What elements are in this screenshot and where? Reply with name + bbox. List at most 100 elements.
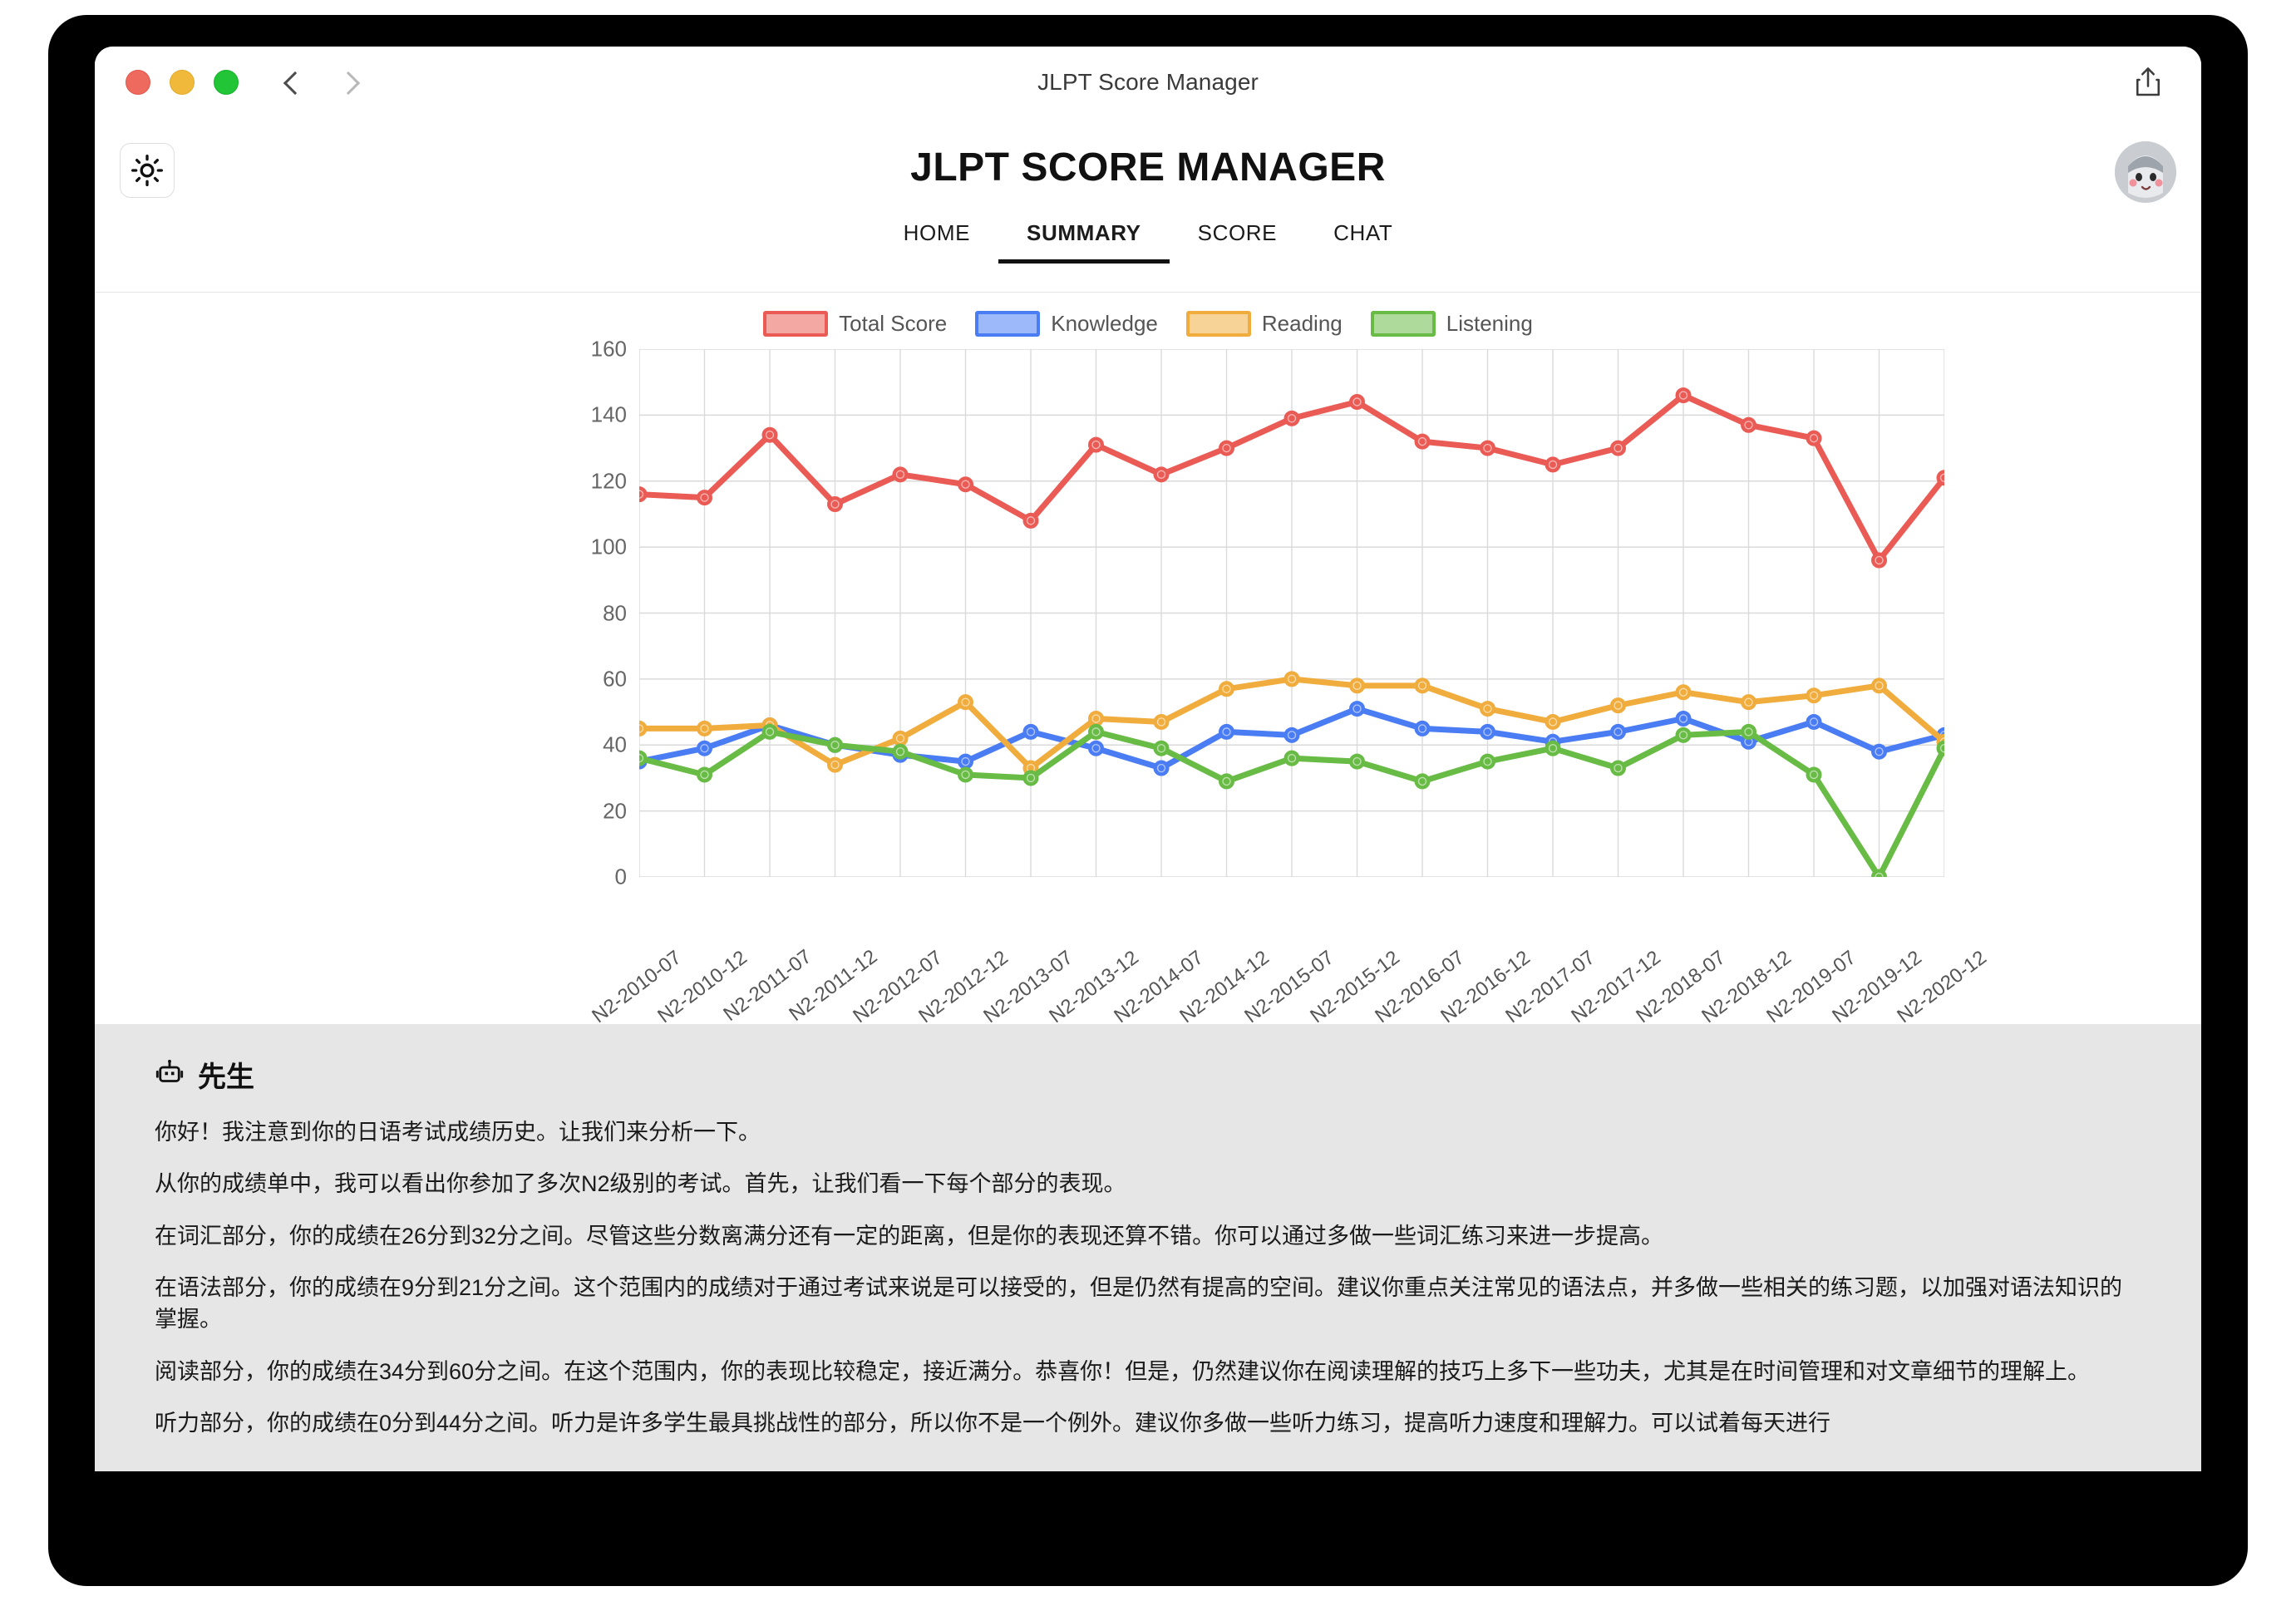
back-chevron-icon[interactable]	[282, 71, 303, 93]
y-axis-tick-label: 140	[590, 401, 627, 427]
forward-chevron-icon[interactable]	[335, 71, 357, 93]
bot-name: 先生	[198, 1062, 254, 1093]
data-point	[697, 490, 712, 506]
data-point	[1219, 440, 1234, 456]
tab-chat[interactable]: CHAT	[1305, 212, 1421, 264]
data-point	[1153, 760, 1170, 776]
data-point	[1414, 677, 1431, 694]
robot-icon	[155, 1057, 185, 1091]
data-point	[761, 723, 778, 740]
data-point	[1741, 723, 1756, 740]
legend-label: Reading	[1261, 311, 1343, 336]
minimize-button[interactable]	[170, 70, 195, 95]
legend-item[interactable]: Listening	[1370, 311, 1533, 337]
data-point	[1022, 512, 1039, 529]
data-point	[1806, 766, 1822, 783]
app-header: JLPT SCORE MANAGER HOME SUMMARY SCORE CH…	[95, 118, 2201, 293]
tab-summary[interactable]: SUMMARY	[998, 212, 1170, 264]
data-point	[1806, 687, 1822, 704]
chart-legend: Total Score Knowledge Reading Listening	[95, 311, 2201, 337]
data-point	[1675, 727, 1692, 743]
data-point	[1871, 743, 1887, 760]
data-point	[827, 736, 843, 753]
y-axis-tick-label: 20	[603, 798, 627, 824]
share-icon[interactable]	[2133, 66, 2163, 99]
desktop-background: JLPT Score Manager JLPT SCORE MANAGER HO…	[0, 0, 2296, 1601]
legend-swatch	[1370, 311, 1436, 337]
data-point	[1088, 436, 1104, 453]
user-avatar[interactable]	[2115, 141, 2176, 203]
data-point	[1675, 387, 1692, 404]
data-point	[1741, 416, 1756, 433]
sun-icon	[131, 155, 163, 186]
analysis-paragraph: 听力部分，你的成绩在0分到44分之间。听力是许多学生最具挑战性的部分，所以你不是…	[155, 1410, 1831, 1436]
data-point	[1414, 720, 1431, 736]
data-point	[892, 730, 909, 746]
analysis-paragraph: 从你的成绩单中，我可以看出你参加了多次N2级别的考试。首先，让我们看一下每个部分…	[155, 1171, 1126, 1197]
data-point	[1349, 677, 1365, 694]
data-point	[1088, 711, 1104, 727]
legend-label: Total Score	[839, 311, 948, 336]
data-point	[697, 720, 712, 736]
legend-label: Listening	[1446, 311, 1533, 336]
data-point	[1153, 466, 1170, 483]
tab-home[interactable]: HOME	[875, 212, 998, 264]
data-point	[1610, 440, 1626, 456]
data-point	[1610, 697, 1626, 714]
data-point	[1283, 750, 1300, 766]
data-point	[1349, 701, 1365, 717]
data-point	[1414, 433, 1431, 450]
traffic-light-buttons	[126, 70, 239, 95]
data-point	[1349, 394, 1365, 410]
app-window: JLPT Score Manager JLPT SCORE MANAGER HO…	[95, 47, 2201, 1471]
data-point	[1806, 430, 1822, 446]
data-point	[1219, 773, 1234, 790]
data-point	[1610, 723, 1626, 740]
legend-swatch	[1185, 311, 1251, 337]
data-point	[697, 766, 712, 783]
tab-score[interactable]: SCORE	[1170, 212, 1305, 264]
y-axis-tick-label: 160	[590, 336, 627, 362]
data-point	[1088, 740, 1104, 756]
data-point	[761, 426, 778, 443]
data-point	[1545, 456, 1561, 473]
data-point	[827, 756, 843, 773]
analysis-paragraph: 阅读部分，你的成绩在34分到60分之间。在这个范围内，你的表现比较稳定，接近满分…	[155, 1358, 2091, 1384]
analysis-panel: 先生 你好！我注意到你的日语考试成绩历史。让我们来分析一下。 从你的成绩单中，我…	[95, 1024, 2201, 1471]
data-point	[1088, 723, 1104, 740]
data-point	[1480, 701, 1495, 717]
y-axis-tick-label: 80	[603, 600, 627, 625]
data-point	[1283, 671, 1300, 687]
navigation-arrows	[282, 71, 357, 93]
legend-item[interactable]: Total Score	[763, 311, 947, 337]
data-point	[1414, 773, 1431, 790]
data-point	[1153, 713, 1170, 730]
data-point	[1153, 740, 1170, 756]
close-button[interactable]	[126, 70, 150, 95]
data-point	[958, 753, 973, 770]
window-titlebar: JLPT Score Manager	[95, 47, 2201, 118]
data-point	[1741, 694, 1756, 711]
data-point	[1283, 727, 1300, 743]
light-mode-toggle-button[interactable]	[120, 143, 175, 198]
data-point	[892, 743, 909, 760]
data-point	[1871, 552, 1887, 569]
legend-item[interactable]: Knowledge	[975, 311, 1158, 337]
data-point	[1545, 713, 1561, 730]
legend-label: Knowledge	[1051, 311, 1158, 336]
data-point	[1219, 681, 1234, 697]
bot-header: 先生	[155, 1054, 2141, 1095]
y-axis-tick-label: 100	[590, 534, 627, 559]
legend-item[interactable]: Reading	[1185, 311, 1343, 337]
data-point	[1480, 753, 1495, 770]
data-point	[892, 466, 909, 483]
data-point	[1675, 684, 1692, 701]
chart-plot-area	[639, 349, 1944, 877]
analysis-paragraph: 在语法部分，你的成绩在9分到21分之间。这个范围内的成绩对于通过考试来说是可以接…	[155, 1274, 2123, 1333]
data-point	[1219, 723, 1234, 740]
data-point	[697, 740, 712, 756]
data-point	[1480, 440, 1495, 456]
analysis-paragraph: 在词汇部分，你的成绩在26分到32分之间。尽管这些分数离满分还有一定的距离，但是…	[155, 1223, 1664, 1249]
maximize-button[interactable]	[214, 70, 239, 95]
data-point	[1022, 723, 1039, 740]
